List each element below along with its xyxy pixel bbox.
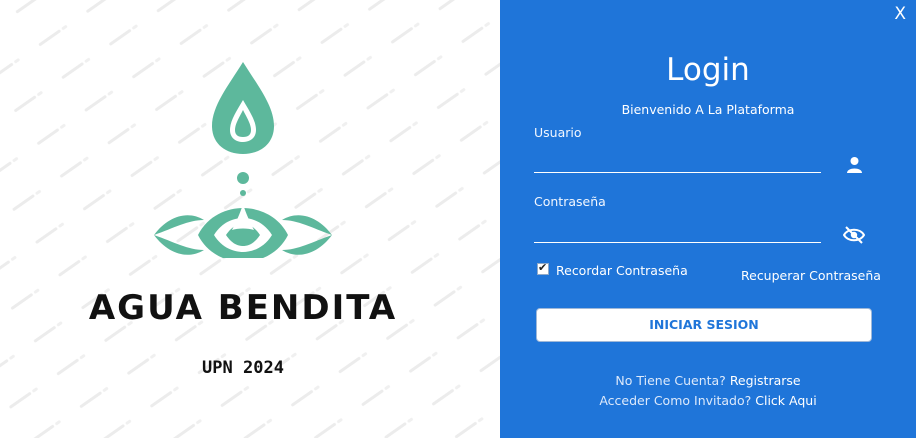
- welcome-text: Bienvenido A La Plataforma: [621, 102, 795, 117]
- eye-slash-icon[interactable]: [843, 226, 865, 244]
- password-label: Contraseña: [534, 194, 606, 209]
- login-title: Login: [666, 52, 750, 88]
- no-account-text: No Tiene Cuenta?: [615, 373, 726, 388]
- brand-panel: AGUA BENDITA UPN 2024: [0, 0, 500, 438]
- checkmark-icon: ✔: [538, 261, 548, 274]
- brand-name: AGUA BENDITA: [88, 288, 398, 328]
- register-line: No Tiene Cuenta? Registrarse: [500, 373, 916, 388]
- close-button[interactable]: X: [894, 4, 906, 24]
- user-icon: [847, 157, 862, 173]
- username-label: Usuario: [534, 125, 582, 140]
- water-drop-icon: [154, 62, 332, 258]
- register-link[interactable]: Registrarse: [730, 373, 801, 388]
- remember-checkbox[interactable]: ✔: [537, 261, 549, 275]
- guest-text: Acceder Como Invitado?: [599, 393, 752, 408]
- login-panel: X Login Bienvenido A La Plataforma Usuar…: [500, 0, 916, 438]
- login-button[interactable]: INICIAR SESION: [536, 308, 872, 342]
- username-input[interactable]: [534, 150, 821, 173]
- guest-link[interactable]: Click Aqui: [755, 393, 816, 408]
- password-input[interactable]: [534, 220, 821, 243]
- recover-password-link[interactable]: Recuperar Contraseña: [741, 268, 881, 283]
- brand-subtitle: UPN 2024: [202, 358, 284, 378]
- guest-line: Acceder Como Invitado? Click Aqui: [500, 393, 916, 408]
- remember-label: Recordar Contraseña: [556, 263, 688, 278]
